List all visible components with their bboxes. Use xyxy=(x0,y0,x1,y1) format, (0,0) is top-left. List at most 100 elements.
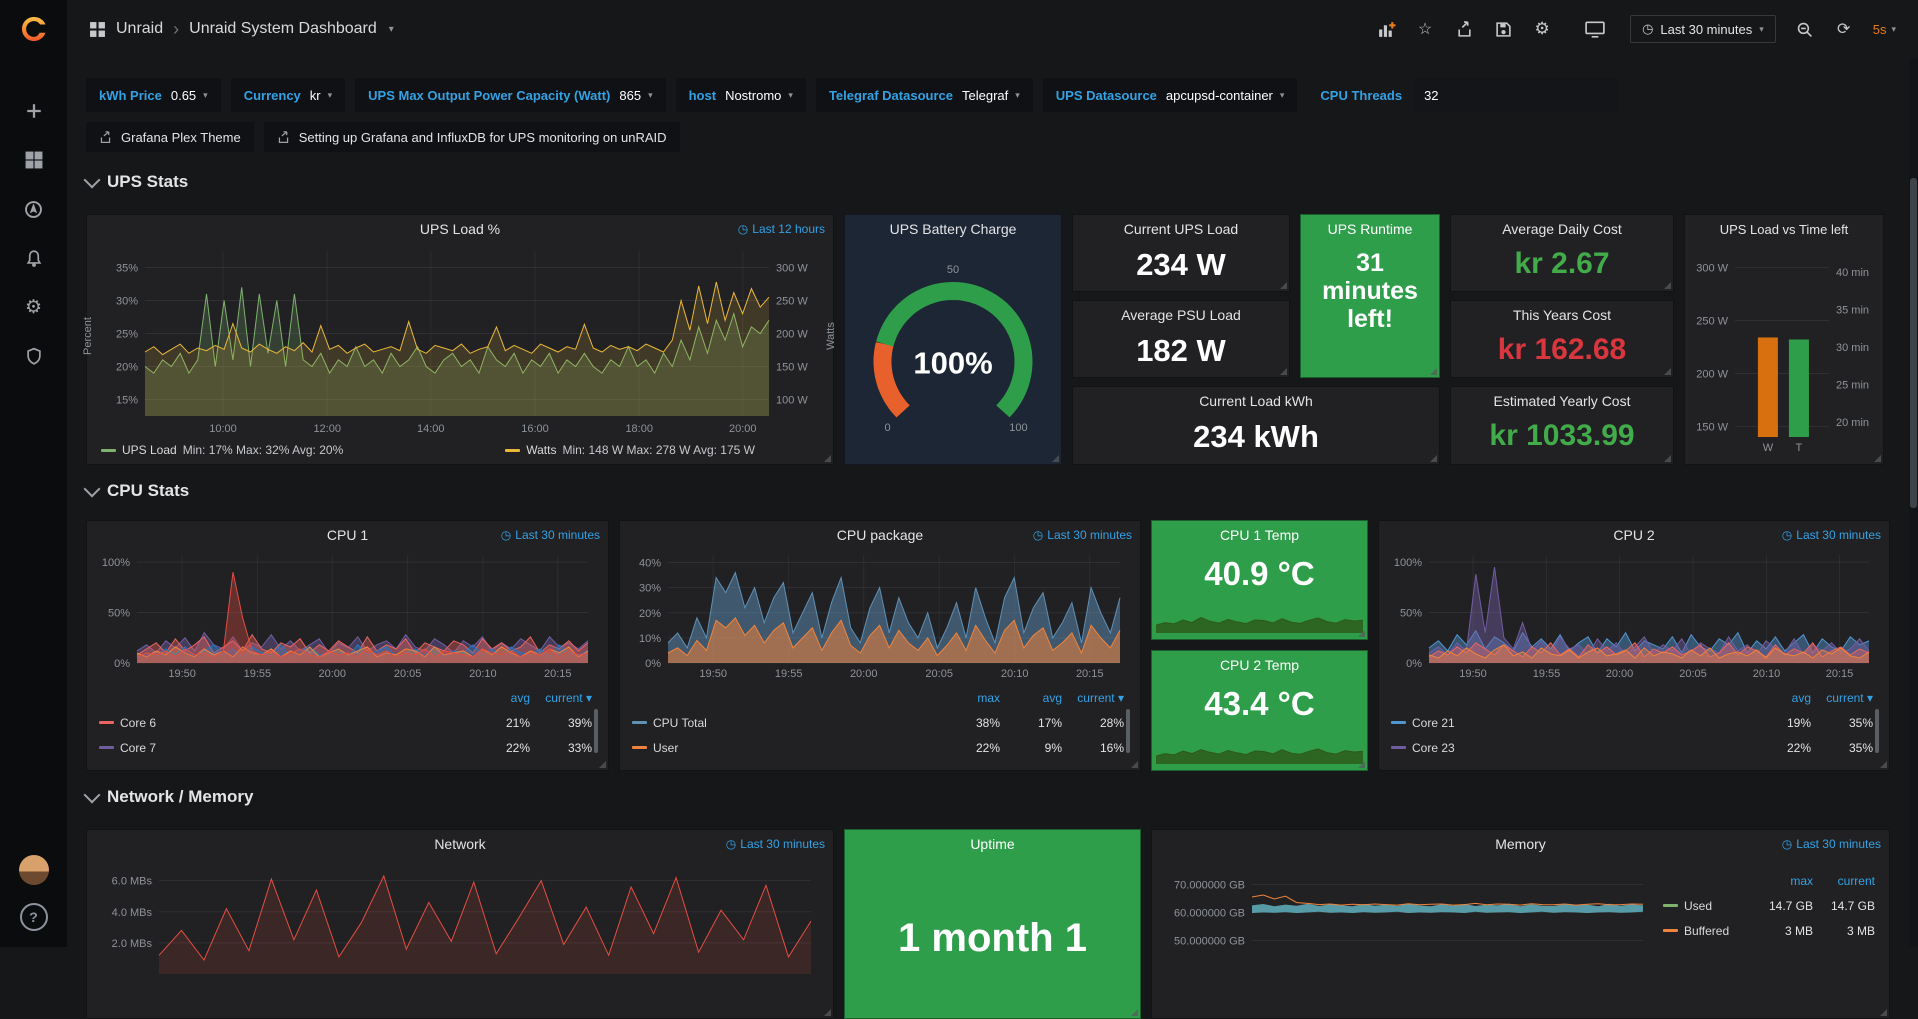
cpu2-chart[interactable]: 0%50%100%19:5019:5520:0020:0520:1020:15 xyxy=(1387,549,1881,681)
dashboard-settings-button[interactable]: ⚙ xyxy=(1532,19,1552,39)
grafana-logo-icon xyxy=(19,14,49,44)
sidebar-item-alerting[interactable] xyxy=(23,247,45,269)
legend-column-header[interactable]: max xyxy=(938,691,1000,705)
variable-value-dropdown[interactable]: Telegraf▾ xyxy=(962,88,1020,103)
legend-column-header[interactable]: avg xyxy=(468,691,530,705)
panel-title[interactable]: Current Load kWh xyxy=(1199,393,1313,409)
panel-title[interactable]: CPU 1 Temp xyxy=(1220,527,1299,543)
legend-column-header[interactable]: max xyxy=(1751,874,1813,888)
legend-scrollbar[interactable] xyxy=(1126,709,1130,753)
section-title: UPS Stats xyxy=(107,172,188,192)
variable-value-dropdown[interactable]: kr▾ xyxy=(310,88,332,103)
sidebar-item-server-admin[interactable] xyxy=(23,345,45,367)
legend-scrollbar[interactable] xyxy=(1875,709,1879,753)
variable-value-dropdown[interactable]: apcupsd-container▾ xyxy=(1166,88,1285,103)
chevron-down-icon: ▾ xyxy=(788,90,793,101)
battery-gauge[interactable]: 050100100% xyxy=(845,247,1061,452)
panel-title[interactable]: CPU 1 xyxy=(327,527,368,543)
legend-column-header[interactable]: avg xyxy=(1000,691,1062,705)
sidebar-item-configuration[interactable]: ⚙ xyxy=(23,296,45,318)
legend-series-name[interactable]: Core 6 xyxy=(120,716,156,730)
section-ups-stats[interactable]: UPS Stats xyxy=(86,172,188,192)
tv-mode-button[interactable] xyxy=(1585,19,1605,39)
network-chart[interactable]: 2.0 MBs4.0 MBs6.0 MBs xyxy=(95,858,825,978)
legend-swatch xyxy=(99,746,114,749)
link-label: Setting up Grafana and InfluxDB for UPS … xyxy=(299,130,667,145)
sidebar-item-create[interactable] xyxy=(23,100,45,122)
cpu1-chart[interactable]: 0%50%100%19:5019:5520:0020:0520:1020:15 xyxy=(95,549,600,681)
panel-title[interactable]: UPS Load % xyxy=(420,221,500,237)
legend-column-header[interactable]: current ▾ xyxy=(530,691,592,705)
breadcrumb-app[interactable]: Unraid xyxy=(116,20,163,38)
svg-text:0%: 0% xyxy=(1406,658,1422,670)
legend-scrollbar[interactable] xyxy=(594,709,598,753)
legend-column-header[interactable]: current ▾ xyxy=(1062,691,1124,705)
legend-column-header[interactable]: avg xyxy=(1749,691,1811,705)
shield-icon xyxy=(25,347,43,365)
legend-series-name[interactable]: User xyxy=(653,741,678,755)
stat-value: 1 month 1 xyxy=(845,916,1140,961)
panel-title[interactable]: UPS Runtime xyxy=(1328,221,1413,237)
sidebar-item-explore[interactable] xyxy=(23,198,45,220)
legend-series-name[interactable]: Watts xyxy=(526,443,556,457)
section-network-memory[interactable]: Network / Memory xyxy=(86,787,253,807)
panel-title[interactable]: Current UPS Load xyxy=(1124,221,1238,237)
star-button[interactable]: ☆ xyxy=(1415,19,1435,39)
panel-title[interactable]: Average PSU Load xyxy=(1121,307,1241,323)
panel-title[interactable]: Uptime xyxy=(970,836,1014,852)
panel-title[interactable]: Estimated Yearly Cost xyxy=(1494,393,1631,409)
legend-series-name[interactable]: CPU Total xyxy=(653,716,707,730)
variable-value-dropdown[interactable]: Nostromo▾ xyxy=(725,88,793,103)
svg-text:70.000000 GB: 70.000000 GB xyxy=(1174,879,1245,891)
stat-value: kr 2.67 xyxy=(1451,247,1673,281)
page-scrollbar[interactable] xyxy=(1909,58,1918,947)
link-grafana-plex-theme[interactable]: Grafana Plex Theme xyxy=(86,122,254,152)
user-avatar[interactable] xyxy=(19,855,49,885)
panel-title[interactable]: UPS Battery Charge xyxy=(890,221,1017,237)
share-button[interactable] xyxy=(1454,19,1474,39)
panel-title[interactable]: Average Daily Cost xyxy=(1502,221,1622,237)
refresh-button[interactable]: ⟳ xyxy=(1834,19,1854,39)
legend-column-header[interactable]: current ▾ xyxy=(1811,691,1873,705)
svg-text:35%: 35% xyxy=(116,263,138,275)
panel-title[interactable]: Memory xyxy=(1495,836,1546,852)
grafana-logo[interactable] xyxy=(19,0,49,58)
link-ups-monitoring-guide[interactable]: Setting up Grafana and InfluxDB for UPS … xyxy=(264,122,680,152)
legend-series-name[interactable]: Buffered xyxy=(1684,924,1729,938)
help-button[interactable]: ? xyxy=(20,903,48,931)
legend-series-name[interactable]: Core 23 xyxy=(1412,741,1455,755)
legend-series-name[interactable]: Core 7 xyxy=(120,741,156,755)
zoom-out-button[interactable] xyxy=(1795,19,1815,39)
ups-load-chart[interactable]: 15%20%25%30%35%100 W150 W200 W250 W300 W… xyxy=(99,243,821,436)
variable-value-dropdown[interactable]: 865▾ xyxy=(619,88,652,103)
ups-load-legend: UPS Load Min: 17% Max: 32% Avg: 20% Watt… xyxy=(101,443,755,457)
cpu-threads-input[interactable]: 32 xyxy=(1414,78,1619,112)
legend-value: 38% xyxy=(938,716,1000,730)
cpu-package-chart[interactable]: 0%10%20%30%40%19:5019:5520:0020:0520:102… xyxy=(628,549,1132,681)
time-picker-button[interactable]: ◷ Last 30 minutes ▾ xyxy=(1630,15,1776,43)
variable-value-dropdown[interactable]: 0.65▾ xyxy=(171,88,208,103)
ups-bars-chart[interactable]: 150 W200 W250 W300 W20 min25 min30 min35… xyxy=(1689,247,1879,455)
dashboard-title[interactable]: Unraid System Dashboard xyxy=(189,20,377,38)
refresh-interval-dropdown[interactable]: 5s ▾ xyxy=(1873,22,1896,37)
panel-title[interactable]: CPU package xyxy=(837,527,923,543)
panel-title[interactable]: CPU 2 Temp xyxy=(1220,657,1299,673)
title-caret-icon[interactable]: ▾ xyxy=(389,24,394,35)
legend-column-header[interactable]: current xyxy=(1813,874,1875,888)
legend-series-name[interactable]: Core 21 xyxy=(1412,716,1455,730)
panel-title[interactable]: Network xyxy=(434,836,485,852)
navbar: Unraid › Unraid System Dashboard ▾ ☆ ⚙ xyxy=(67,0,1918,58)
legend-series-name[interactable]: Used xyxy=(1684,899,1712,913)
legend-series-name[interactable]: UPS Load xyxy=(122,443,177,457)
panel-title[interactable]: CPU 2 xyxy=(1613,527,1654,543)
section-cpu-stats[interactable]: CPU Stats xyxy=(86,481,189,501)
save-button[interactable] xyxy=(1493,19,1513,39)
svg-text:4.0 MBs: 4.0 MBs xyxy=(112,907,153,919)
panel-title[interactable]: This Years Cost xyxy=(1513,307,1611,323)
memory-chart[interactable]: 50.000000 GB60.000000 GB70.000000 GB xyxy=(1160,858,1651,978)
svg-text:0: 0 xyxy=(885,422,891,434)
scrollbar-thumb[interactable] xyxy=(1910,178,1917,508)
add-panel-button[interactable] xyxy=(1376,19,1396,39)
sidebar-item-dashboards[interactable] xyxy=(23,149,45,171)
panel-title[interactable]: UPS Load vs Time left xyxy=(1720,222,1849,237)
